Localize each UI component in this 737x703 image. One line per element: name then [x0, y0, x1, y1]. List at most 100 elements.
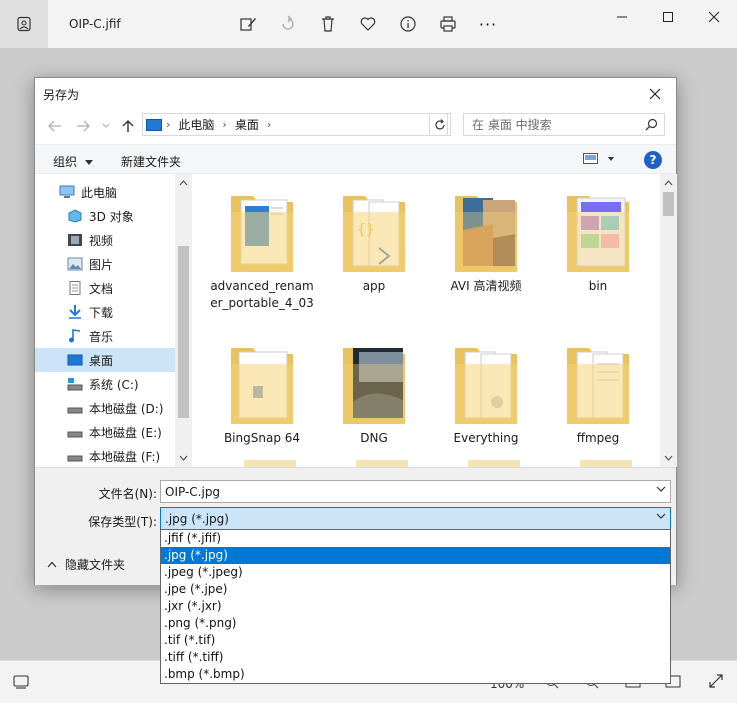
folder-item[interactable]: AVI 高清视频 — [434, 190, 538, 295]
minimize-button[interactable] — [599, 0, 645, 34]
filetype-option[interactable]: .bmp (*.bmp) — [161, 666, 670, 683]
organize-button[interactable]: 组织 — [53, 153, 93, 170]
folder-item[interactable]: ffmpeg — [546, 342, 650, 447]
sidebar-item-desktop[interactable]: 桌面 — [35, 348, 175, 372]
sidebar-scrollbar[interactable] — [175, 174, 192, 467]
chevron-down-icon[interactable] — [656, 511, 666, 522]
drive-icon — [67, 401, 83, 415]
search-input[interactable]: 在 桌面 中搜索 — [463, 113, 665, 136]
video-icon — [67, 233, 83, 247]
folder-item[interactable]: {} app — [322, 190, 426, 295]
filetype-option[interactable]: .tif (*.tif) — [161, 632, 670, 649]
documents-icon — [67, 281, 83, 295]
sidebar-item-drive-f[interactable]: 本地磁盘 (F:) — [35, 444, 175, 467]
sidebar-item-3d-objects[interactable]: 3D 对象 — [35, 204, 175, 228]
help-icon[interactable]: ? — [644, 151, 662, 169]
filetype-select[interactable]: .jpg (*.jpg) — [160, 507, 671, 530]
sidebar-item-label: 音乐 — [89, 329, 114, 344]
sidebar-item-pictures[interactable]: 图片 — [35, 252, 175, 276]
filetype-option[interactable]: .jpeg (*.jpeg) — [161, 564, 670, 581]
filename-input[interactable]: OIP-C.jpg — [160, 480, 671, 503]
sidebar-item-video[interactable]: 视频 — [35, 228, 175, 252]
breadcrumb-separator[interactable]: › — [162, 118, 174, 131]
forward-button[interactable] — [72, 116, 94, 136]
file-name: DNG — [360, 431, 388, 445]
info-icon[interactable] — [397, 13, 419, 35]
window-close-button[interactable] — [691, 0, 737, 34]
folder-icon: {} — [339, 190, 409, 274]
filename-value: OIP-C.jpg — [165, 484, 221, 499]
rotate-icon[interactable] — [277, 13, 299, 35]
delete-icon[interactable] — [317, 13, 339, 35]
folder-item-partial[interactable] — [356, 460, 408, 467]
sidebar-item-music[interactable]: 音乐 — [35, 324, 175, 348]
3d-objects-icon — [67, 209, 83, 223]
folder-item-partial[interactable] — [244, 460, 296, 467]
drive-c-icon — [67, 377, 83, 391]
filetype-option[interactable]: .jxr (*.jxr) — [161, 598, 670, 615]
sidebar-item-label: 桌面 — [89, 353, 114, 368]
sidebar-item-drive-d[interactable]: 本地磁盘 (D:) — [35, 396, 175, 420]
folder-item[interactable]: BingSnap 64 — [210, 342, 314, 447]
hide-folders-button[interactable]: 隐藏文件夹 — [47, 556, 125, 573]
breadcrumb-separator[interactable]: › — [218, 118, 230, 131]
search-icon[interactable] — [645, 118, 658, 134]
filetype-option-selected[interactable]: .jpg (*.jpg) — [161, 547, 670, 564]
edit-icon[interactable] — [237, 13, 259, 35]
more-icon[interactable]: ··· — [477, 13, 499, 35]
file-name: app — [362, 279, 386, 293]
filetype-option[interactable]: .jpe (*.jpe) — [161, 581, 670, 598]
sidebar-item-this-pc[interactable]: 此电脑 — [35, 180, 175, 204]
sidebar-scroll-thumb[interactable] — [178, 246, 189, 418]
folder-item-partial[interactable] — [580, 460, 632, 467]
music-icon — [67, 329, 83, 343]
file-name: bin — [588, 279, 608, 293]
file-name: advanced_renamer_portable_4_03 — [210, 279, 314, 310]
recent-locations-button[interactable] — [99, 116, 113, 136]
file-name: ffmpeg — [576, 431, 620, 445]
folder-item-partial[interactable] — [468, 460, 520, 467]
filetype-option[interactable]: .jfif (*.jfif) — [161, 530, 670, 547]
sidebar-item-documents[interactable]: 文档 — [35, 276, 175, 300]
folder-icon — [451, 342, 521, 426]
filename-label: 文件名(N): — [98, 487, 157, 501]
photos-app-icon[interactable] — [0, 0, 48, 48]
chevron-up-icon — [47, 561, 57, 568]
sidebar-item-downloads[interactable]: 下载 — [35, 300, 175, 324]
sidebar-item-label: 下载 — [89, 305, 114, 320]
folder-item[interactable]: bin — [546, 190, 650, 295]
file-name: BingSnap 64 — [223, 431, 301, 445]
folder-icon — [339, 342, 409, 426]
print-icon[interactable] — [437, 13, 459, 35]
sidebar-item-drive-e[interactable]: 本地磁盘 (E:) — [35, 420, 175, 444]
folder-item[interactable]: Everything — [434, 342, 538, 447]
back-button[interactable] — [44, 116, 66, 136]
breadcrumb-desktop[interactable]: 桌面 — [231, 116, 263, 133]
up-button[interactable] — [117, 116, 139, 136]
chevron-down-icon[interactable] — [656, 484, 666, 495]
address-bar[interactable]: › 此电脑 › 桌面 › — [142, 113, 533, 163]
folder-item[interactable]: DNG — [322, 342, 426, 447]
maximize-button[interactable] — [645, 0, 691, 34]
fullscreen-icon[interactable] — [708, 673, 724, 692]
favorite-icon[interactable] — [357, 13, 379, 35]
dialog-close-button[interactable] — [642, 82, 668, 106]
search-placeholder: 在 桌面 中搜索 — [472, 118, 552, 132]
folder-item[interactable]: advanced_renamer_portable_4_03 — [210, 190, 314, 312]
new-folder-button[interactable]: 新建文件夹 — [121, 153, 181, 170]
filetype-option[interactable]: .png (*.png) — [161, 615, 670, 632]
filetype-option[interactable]: .tiff (*.tiff) — [161, 649, 670, 666]
drive-icon — [67, 425, 83, 439]
breadcrumb-this-pc[interactable]: 此电脑 — [174, 116, 218, 133]
file-list-scroll-thumb[interactable] — [663, 192, 674, 216]
refresh-button[interactable] — [429, 113, 451, 136]
view-options-button[interactable] — [583, 153, 617, 168]
filmstrip-icon[interactable] — [13, 675, 29, 692]
sidebar-item-label: 视频 — [89, 233, 114, 248]
file-name: AVI 高清视频 — [450, 279, 522, 293]
breadcrumb-separator[interactable]: › — [263, 118, 275, 131]
sidebar-item-drive-c[interactable]: 系统 (C:) — [35, 372, 175, 396]
file-list-scrollbar[interactable] — [660, 174, 677, 467]
filetype-value: .jpg (*.jpg) — [165, 511, 229, 526]
file-name: Everything — [453, 431, 519, 445]
